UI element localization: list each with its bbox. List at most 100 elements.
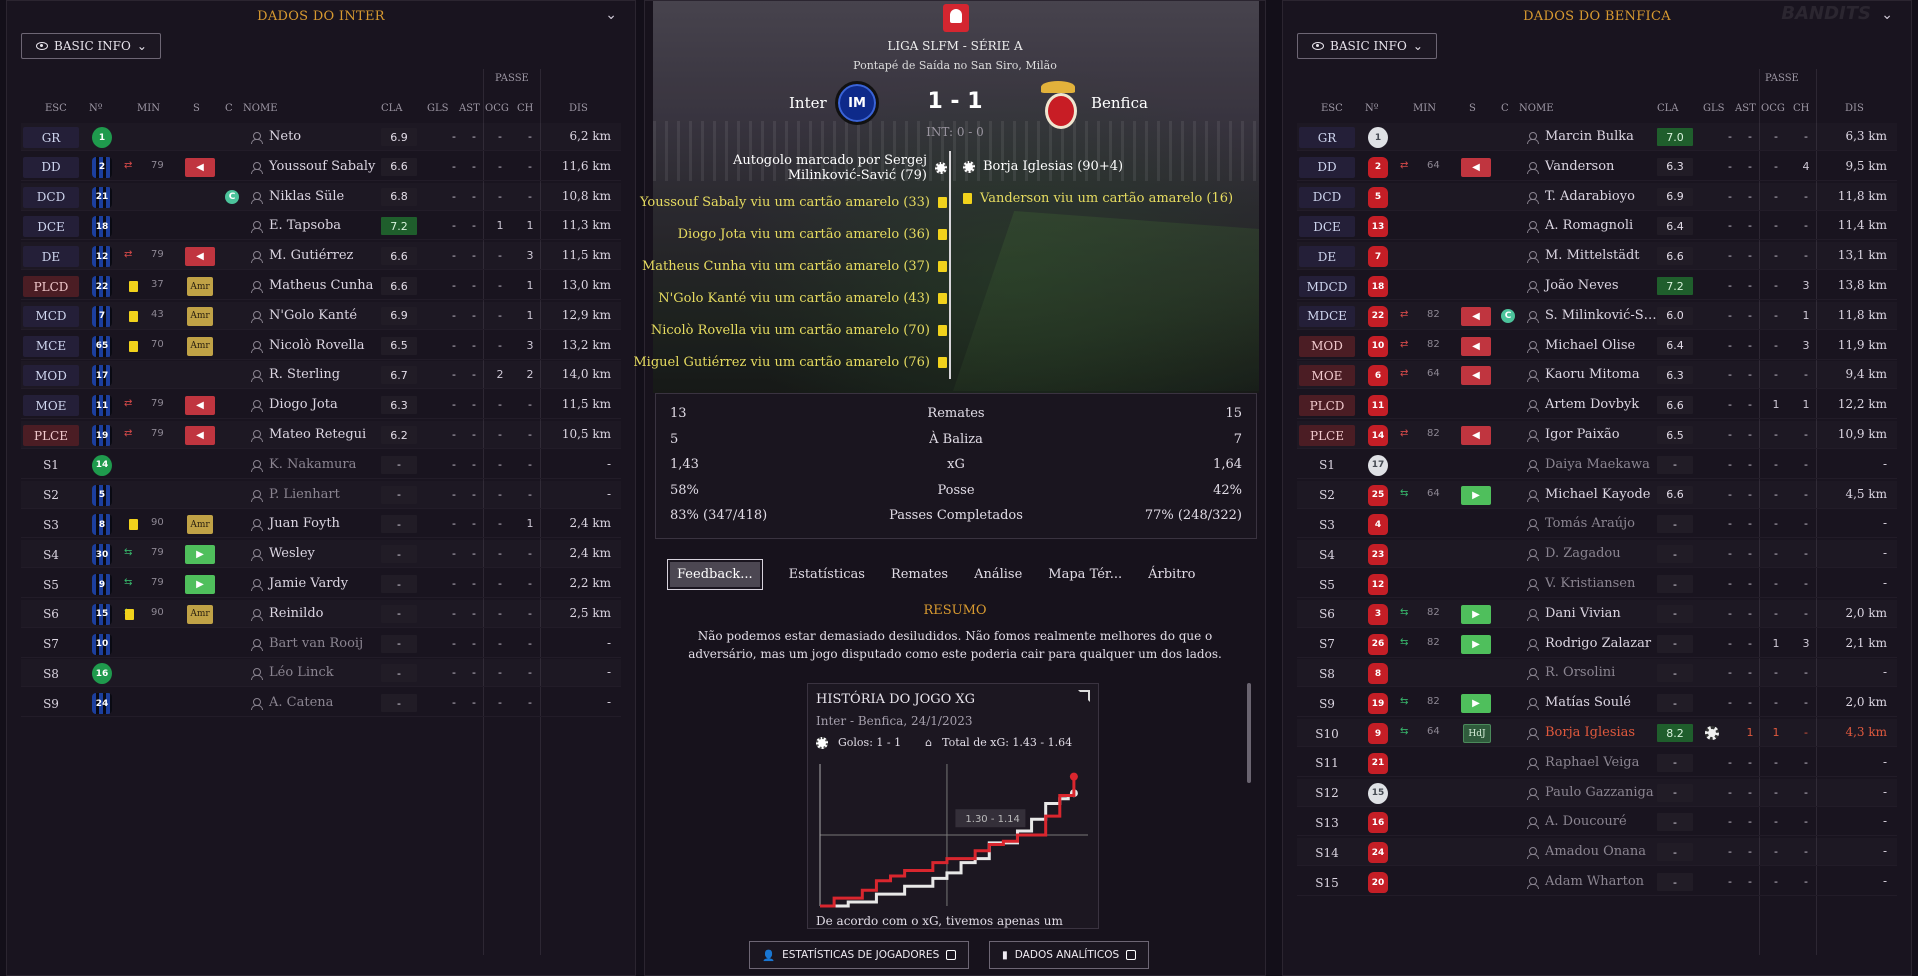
player-row[interactable]: GR 1 Neto 6.9 - - - - 6,2 km — [21, 123, 621, 151]
player-row[interactable]: PLCE 14 ⇄ 82 ◀ Igor Paixão 6.5 - - - - 10,9 km — [1297, 421, 1897, 449]
player-name[interactable]: Michael Kayode — [1545, 487, 1651, 502]
player-name[interactable]: Mateo Retegui — [269, 427, 366, 442]
away-event[interactable]: Vanderson viu um cartão amarelo (16) — [963, 191, 1233, 206]
player-row[interactable]: S6 3 ⇆ 82 ▶ Dani Vivian - - - - - 2,0 km — [1297, 600, 1897, 628]
home-event[interactable]: Matheus Cunha viu um cartão amarelo (37) — [642, 259, 947, 274]
home-event[interactable]: Diogo Jota viu um cartão amarelo (36) — [678, 227, 947, 242]
away-team-name[interactable]: Benfica — [1091, 94, 1148, 112]
player-row[interactable]: MCD 7 43 Amr N'Golo Kanté 6.9 - - - 1 12,9 km — [21, 302, 621, 330]
player-row[interactable]: S8 16 Léo Linck - - - - - - — [21, 659, 621, 688]
player-row[interactable]: S1 17 Daiya Maekawa - - - - - - — [1297, 451, 1897, 479]
col-c[interactable]: C — [1501, 103, 1509, 114]
player-name[interactable]: Daiya Maekawa — [1545, 457, 1650, 472]
player-name[interactable]: Marcin Bulka — [1545, 129, 1634, 144]
player-row[interactable]: MCE 65 70 Amr Nicolò Rovella 6.5 - - - 3 13,2 km — [21, 332, 621, 360]
player-name[interactable]: E. Tapsoba — [269, 218, 341, 233]
tab-4[interactable]: Mapa Tér... — [1048, 567, 1122, 582]
col-name[interactable]: NOME — [1519, 103, 1554, 114]
player-name[interactable]: Matheus Cunha — [269, 278, 373, 293]
col-ocg[interactable]: OCG — [485, 103, 509, 114]
player-row[interactable]: S13 16 A. Doucouré - - - - - - — [1297, 808, 1897, 837]
player-name[interactable]: Borja Iglesias — [1545, 725, 1635, 740]
player-name[interactable]: A. Catena — [269, 695, 333, 710]
player-row[interactable]: S4 30 ⇆ 79 ▶ Wesley - - - - - 2,4 km — [21, 540, 621, 569]
status-button[interactable]: Amr — [187, 277, 213, 296]
player-name[interactable]: N'Golo Kanté — [269, 308, 357, 323]
sub-on-button[interactable]: ▶ — [1461, 694, 1491, 714]
player-row[interactable]: MOD 10 ⇄ 82 ◀ Michael Olise 6.4 - - - 3 11,9 km — [1297, 332, 1897, 360]
sub-off-button[interactable]: ◀ — [185, 426, 215, 445]
player-name[interactable]: Reinildo — [269, 606, 323, 621]
player-row[interactable]: DCD 21 C Niklas Süle 6.8 - - - - 10,8 km — [21, 183, 621, 211]
col-gls[interactable]: GLS — [427, 103, 448, 114]
player-stats-button[interactable]: 👤 ESTATÍSTICAS DE JOGADORES — [749, 941, 970, 969]
player-name[interactable]: T. Adarabioyo — [1545, 189, 1635, 204]
away-team-logo[interactable] — [1037, 81, 1077, 129]
status-button[interactable]: Amr — [187, 306, 213, 326]
player-row[interactable]: S15 20 Adam Wharton - - - - - - — [1297, 868, 1897, 896]
player-row[interactable]: S9 19 ⇆ 82 ▶ Matías Soulé - - - - - 2,0 km — [1297, 689, 1897, 718]
player-row[interactable]: S5 9 ⇆ 79 ▶ Jamie Vardy - - - - - 2,2 km — [21, 570, 621, 598]
player-row[interactable]: DD 2 ⇄ 64 ◀ Vanderson 6.3 - - - 4 9,5 km — [1297, 153, 1897, 181]
sub-off-button[interactable]: ◀ — [185, 396, 215, 416]
player-row[interactable]: MDCE 22 ⇄ 82 ◀ C S. Milinković-S… 6.0 - - - 1 11,8 k… — [1297, 302, 1897, 330]
col-ocg[interactable]: OCG — [1761, 103, 1785, 114]
player-name[interactable]: K. Nakamura — [269, 457, 356, 472]
player-name[interactable]: Juan Foyth — [269, 516, 340, 531]
player-name[interactable]: D. Zagadou — [1545, 546, 1621, 561]
player-name[interactable]: Matías Soulé — [1545, 695, 1631, 710]
player-row[interactable]: DE 12 ⇄ 79 ◀ M. Gutiérrez 6.6 - - - 3 11,5 km — [21, 242, 621, 271]
home-event[interactable]: Nicolò Rovella viu um cartão amarelo (70… — [651, 323, 947, 338]
chevron-down-icon[interactable]: ⌄ — [1881, 7, 1893, 23]
sub-off-button[interactable]: ◀ — [1461, 426, 1491, 445]
player-name[interactable]: João Neves — [1545, 278, 1619, 293]
player-row[interactable]: DD 2 ⇄ 79 ◀ Youssouf Sabaly 6.6 - - - - 11,6 km — [21, 153, 621, 181]
player-row[interactable]: MDCD 18 João Neves 7.2 - - - 3 13,8 km — [1297, 272, 1897, 300]
player-row[interactable]: S12 15 Paulo Gazzaniga - - - - - - — [1297, 779, 1897, 807]
sub-on-button[interactable]: ▶ — [1461, 634, 1491, 654]
player-name[interactable]: Niklas Süle — [269, 189, 344, 204]
player-name[interactable]: Youssouf Sabaly — [269, 159, 375, 174]
player-row[interactable]: S14 24 Amadou Onana - - - - - - — [1297, 838, 1897, 867]
player-row[interactable]: S8 8 R. Orsolini - - - - - - — [1297, 659, 1897, 688]
player-row[interactable]: S2 5 P. Lienhart - - - - - - — [21, 481, 621, 509]
player-row[interactable]: PLCD 11 Artem Dovbyk 6.6- -1 1 12,2 km — [1297, 391, 1897, 420]
player-name[interactable]: Jamie Vardy — [269, 576, 348, 591]
player-row[interactable]: S10 9 ⇆ 64 HdJ Borja Iglesias 8.2 1 1 - 4,3 km — [1297, 719, 1897, 747]
status-button[interactable]: Amr — [187, 336, 213, 356]
col-ch[interactable]: CH — [1793, 103, 1809, 114]
sub-on-button[interactable]: ▶ — [1461, 604, 1491, 624]
player-name[interactable]: Tomás Araújo — [1545, 516, 1635, 531]
player-name[interactable]: Artem Dovbyk — [1545, 397, 1639, 412]
away-event[interactable]: Borja Iglesias (90+4) — [963, 159, 1123, 174]
col-ast[interactable]: AST — [1735, 103, 1756, 114]
col-dis[interactable]: DIS — [569, 103, 588, 114]
col-name[interactable]: NOME — [243, 103, 278, 114]
player-row[interactable]: S4 23 D. Zagadou - - - - - - — [1297, 540, 1897, 569]
player-name[interactable]: Nicolò Rovella — [269, 338, 364, 353]
player-row[interactable]: S1 14 K. Nakamura - - - - - - — [21, 451, 621, 479]
player-name[interactable]: Adam Wharton — [1545, 874, 1644, 889]
sub-on-button[interactable]: ▶ — [185, 545, 215, 565]
home-event[interactable]: Autogolo marcado por Sergej Milinković-S… — [657, 153, 947, 183]
xg-chart[interactable]: 1.30 - 1.14 — [816, 760, 1092, 910]
player-name[interactable]: Igor Paixão — [1545, 427, 1620, 442]
player-name[interactable]: Amadou Onana — [1545, 844, 1646, 859]
player-name[interactable]: Michael Olise — [1545, 338, 1635, 353]
summary-scrollbar[interactable] — [1247, 683, 1251, 783]
col-c[interactable]: C — [225, 103, 233, 114]
col-dis[interactable]: DIS — [1845, 103, 1864, 114]
col-number[interactable]: Nº — [89, 103, 102, 114]
player-name[interactable]: Raphael Veiga — [1545, 755, 1639, 770]
tab-2[interactable]: Remates — [891, 567, 948, 582]
status-button[interactable]: Amr — [187, 515, 213, 535]
player-row[interactable]: GR 1 Marcin Bulka 7.0 - - - - 6,3 km — [1297, 123, 1897, 151]
player-row[interactable]: MOE 11 ⇄ 79 ◀ Diogo Jota 6.3 - - - - 11,5 km — [21, 391, 621, 420]
status-button[interactable]: Amr — [187, 604, 213, 624]
player-row[interactable]: DCE 13 A. Romagnoli 6.4 - - - - 11,4 km — [1297, 212, 1897, 241]
player-name[interactable]: R. Orsolini — [1545, 665, 1615, 680]
player-name[interactable]: Léo Linck — [269, 665, 334, 680]
sub-off-button[interactable]: ◀ — [1461, 157, 1491, 177]
player-name[interactable]: Paulo Gazzaniga — [1545, 785, 1654, 800]
tab-1[interactable]: Estatísticas — [789, 567, 865, 582]
